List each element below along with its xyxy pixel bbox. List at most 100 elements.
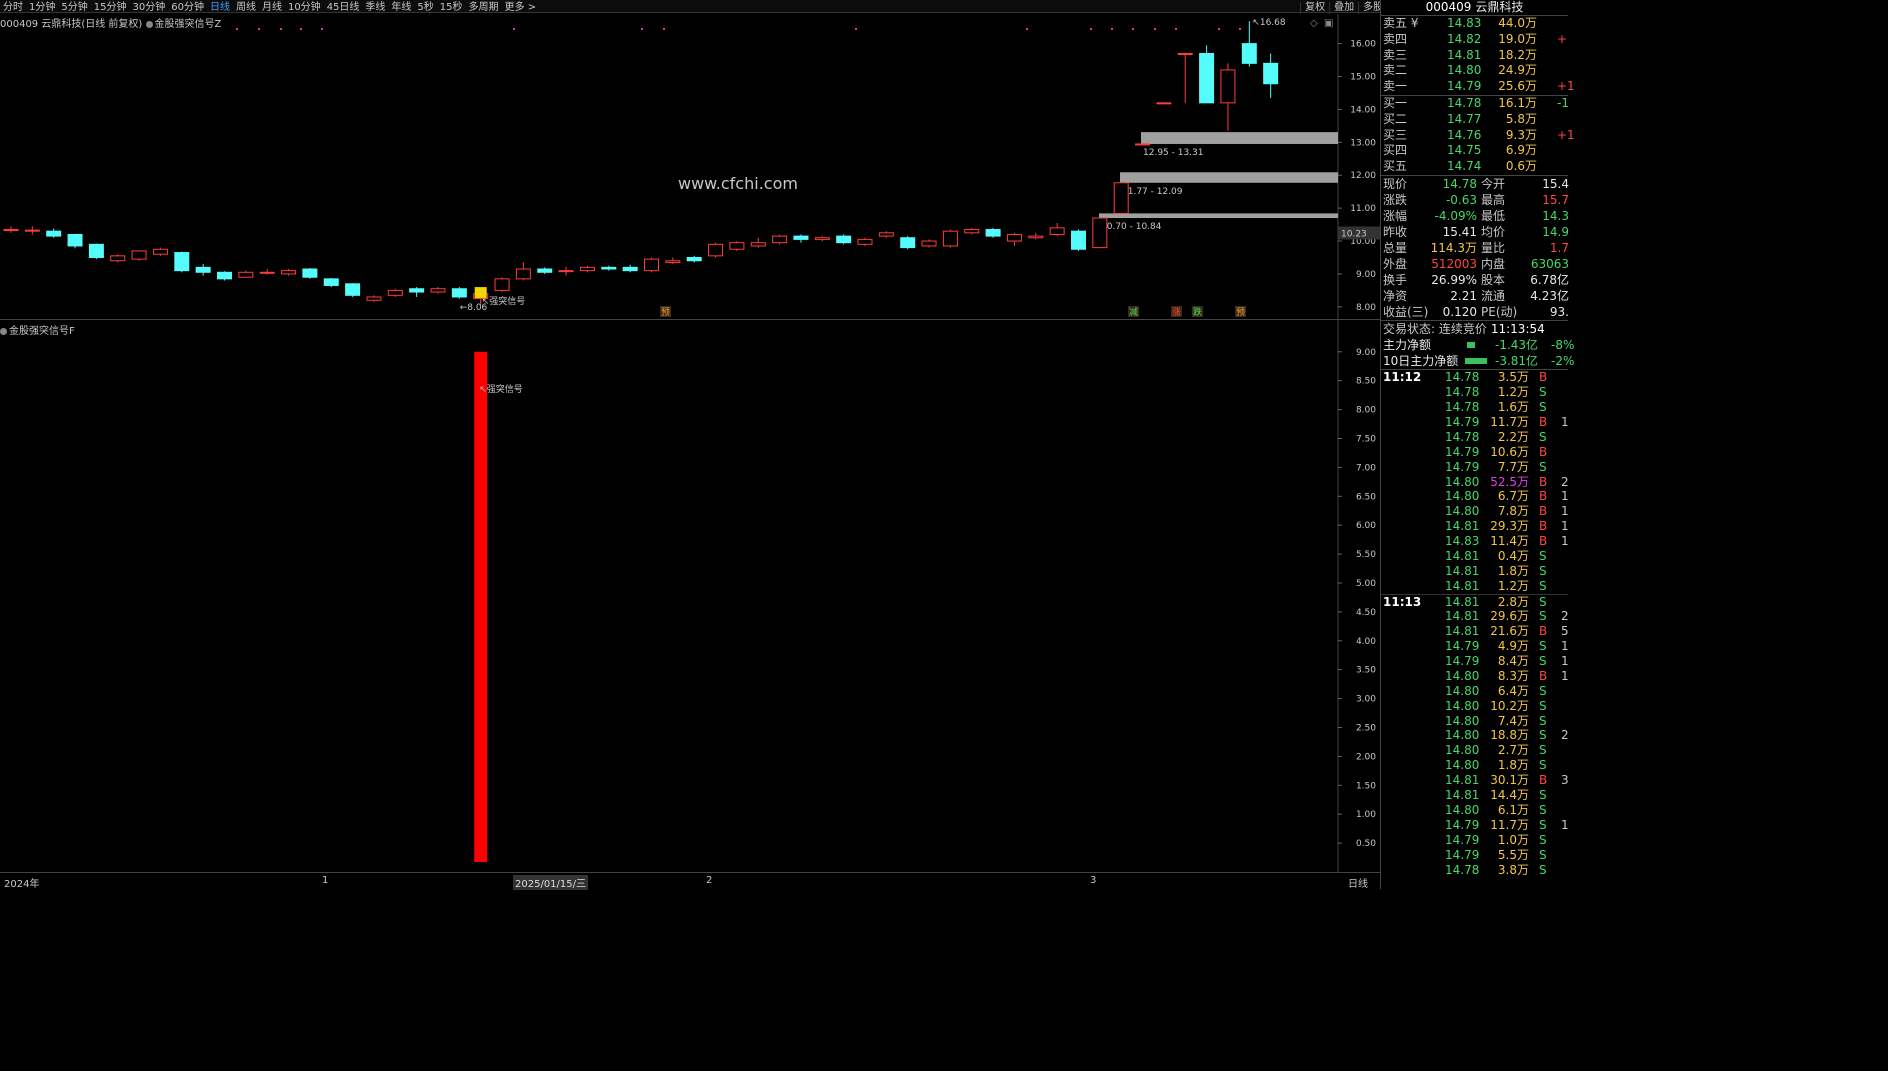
candle xyxy=(195,264,211,276)
tool-button[interactable]: 叠加 xyxy=(1329,2,1358,14)
period-tab[interactable]: 60分钟 xyxy=(168,2,207,12)
period-tab[interactable]: 5秒 xyxy=(414,2,436,12)
tick-volume: 1.2万 xyxy=(1497,384,1529,399)
candlestick-chart[interactable]: 16.0015.0014.0013.0012.0011.0010.009.008… xyxy=(0,14,1380,320)
tick-row: 14.78 1.6万 S xyxy=(1381,400,1568,415)
period-tab[interactable]: 10分钟 xyxy=(285,2,324,12)
candle xyxy=(942,229,958,248)
tick-side: B xyxy=(1539,534,1548,549)
tick-row: 14.81 29.3万 B 1 xyxy=(1381,519,1569,534)
period-label[interactable]: 日线 xyxy=(1348,875,1376,890)
tick-count: 1 xyxy=(1561,653,1569,668)
bid-price: 14.74 xyxy=(1447,159,1482,174)
tick-price: 14.80 xyxy=(1445,474,1480,489)
period-tab[interactable]: 月线 xyxy=(259,2,285,12)
period-tab[interactable]: 15分钟 xyxy=(91,2,130,12)
diamond-icon[interactable]: ◇ xyxy=(1310,18,1318,29)
period-tab[interactable]: 日线 xyxy=(207,2,233,12)
ask-price: 14.81 xyxy=(1447,47,1482,62)
bid-row[interactable]: 买四 14.75 6.9万 xyxy=(1381,143,1568,159)
period-tab[interactable]: 5分钟 xyxy=(58,2,90,12)
event-marker[interactable]: 涨 xyxy=(1172,307,1181,318)
bid-row[interactable]: 买五 14.74 0.6万 xyxy=(1381,159,1568,175)
indicator-axis-label: 6.00 xyxy=(1356,521,1376,531)
period-tab[interactable]: 30分钟 xyxy=(129,2,168,12)
stat-value: 114.3万 xyxy=(1430,240,1477,255)
stat-label: 现价 xyxy=(1383,176,1408,191)
period-tab[interactable]: 15秒 xyxy=(437,2,466,12)
event-marker[interactable]: 跌 xyxy=(1193,307,1202,318)
stat-label: 换手 xyxy=(1383,272,1408,287)
bid-change: +1 xyxy=(1557,127,1575,142)
tick-list[interactable]: 11:12 14.78 3.5万 B 14.78 1.2万 S 14.78 1.6万 S 14.79… xyxy=(1381,368,1569,878)
price-axis-label: 12.00 xyxy=(1350,171,1376,181)
period-tab[interactable]: 分时 xyxy=(0,2,26,12)
tick-price: 14.81 xyxy=(1445,564,1480,579)
event-marker[interactable]: 减 xyxy=(1129,306,1138,318)
bid-price: 14.75 xyxy=(1447,143,1482,158)
date-axis-label: 2024年 xyxy=(4,879,40,890)
tick-price: 14.81 xyxy=(1445,579,1480,594)
candle-body xyxy=(515,268,531,280)
event-marker[interactable]: 预 xyxy=(1236,307,1245,318)
candle-body xyxy=(1049,227,1065,235)
period-tab[interactable]: 45日线 xyxy=(324,2,363,12)
tick-row: 14.78 1.2万 S xyxy=(1381,385,1568,400)
tick-volume: 3.5万 xyxy=(1497,369,1529,384)
ask-volume: 25.6万 xyxy=(1498,79,1537,94)
candle xyxy=(814,236,830,242)
ask-row[interactable]: 卖五 ¥ 14.83 44.0万 xyxy=(1381,16,1568,32)
period-tab[interactable]: 1分钟 xyxy=(26,2,58,12)
bid-volume: 9.3万 xyxy=(1505,127,1537,142)
candle xyxy=(1092,217,1108,249)
tick-row: 11:12 14.78 3.5万 B xyxy=(1381,370,1568,385)
tick-price: 14.79 xyxy=(1445,847,1480,862)
tick-row: 14.80 10.2万 S xyxy=(1381,699,1568,714)
tick-row: 14.80 18.8万 S 2 xyxy=(1381,728,1569,743)
tick-price: 14.78 xyxy=(1445,399,1480,414)
price-axis-label: 16.00 xyxy=(1350,40,1376,50)
bid-row[interactable]: 买二 14.77 5.8万 xyxy=(1381,112,1568,128)
tick-side: S xyxy=(1539,862,1547,877)
candle xyxy=(1156,102,1172,105)
window-icon[interactable]: ▣ xyxy=(1324,18,1333,29)
bid-label: 买二 xyxy=(1383,111,1408,126)
candle-body xyxy=(88,243,104,258)
period-tab[interactable]: 周线 xyxy=(233,2,259,12)
event-dot xyxy=(855,28,857,30)
period-tab[interactable]: 多周期 xyxy=(466,2,502,12)
bid-row[interactable]: 买一 14.78 16.1万 -1 xyxy=(1381,96,1569,112)
candle-body xyxy=(302,268,318,278)
tick-volume: 1.2万 xyxy=(1497,579,1529,594)
ask-row[interactable]: 卖三 14.81 18.2万 xyxy=(1381,48,1568,64)
candle xyxy=(430,287,446,294)
ask-row[interactable]: 卖四 14.82 19.0万 + xyxy=(1381,32,1568,48)
stat-value: 14.9 xyxy=(1542,224,1569,239)
ask-row[interactable]: 卖一 14.79 25.6万 +1 xyxy=(1381,79,1575,95)
tick-volume: 21.6万 xyxy=(1490,623,1529,638)
candle xyxy=(387,288,403,297)
tick-price: 14.80 xyxy=(1445,713,1480,728)
period-tab[interactable]: 更多 > xyxy=(502,2,540,12)
candle-body xyxy=(750,242,766,247)
candle-body xyxy=(1006,233,1022,242)
candle xyxy=(281,269,297,276)
indicator-chart[interactable]: 9.00 8.50 8.00 7.50 7.00 6.50 6.00 5.50 5.00 4.50… xyxy=(0,320,1380,872)
candle xyxy=(1113,182,1129,214)
tick-side: S xyxy=(1539,758,1547,773)
candle-body xyxy=(131,250,147,260)
period-tab[interactable]: 年线 xyxy=(388,2,414,12)
ask-label: 卖四 xyxy=(1383,31,1408,46)
event-marker[interactable]: 预 xyxy=(661,307,670,318)
tick-side: S xyxy=(1539,564,1547,579)
bid-row[interactable]: 买三 14.76 9.3万 +1 xyxy=(1381,127,1575,144)
candle xyxy=(152,247,168,256)
candle xyxy=(878,231,894,238)
tool-button[interactable]: 复权 xyxy=(1300,2,1329,14)
ask-row[interactable]: 卖二 14.80 24.9万 xyxy=(1381,63,1568,79)
candle xyxy=(366,295,382,302)
candle xyxy=(729,241,745,251)
tick-count: 1 xyxy=(1561,519,1569,534)
candle xyxy=(708,242,724,258)
period-tab[interactable]: 季线 xyxy=(362,2,388,12)
